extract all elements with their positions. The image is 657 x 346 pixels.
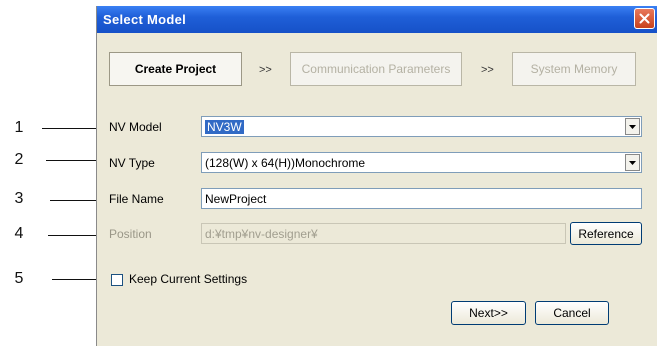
file-name-input[interactable]: NewProject: [201, 188, 642, 209]
title-bar[interactable]: Select Model: [97, 6, 657, 33]
position-label: Position: [109, 227, 152, 241]
callout-3: 3: [14, 190, 24, 207]
nv-model-dropdown-button[interactable]: [625, 118, 640, 135]
nv-model-value: NV3W: [205, 119, 244, 134]
callout-1: 1: [14, 119, 24, 136]
select-model-dialog: Select Model Create Project >> Communica…: [96, 6, 657, 346]
cancel-button[interactable]: Cancel: [535, 301, 609, 325]
keep-current-settings-checkbox[interactable]: [111, 274, 123, 286]
step-separator-2: >>: [481, 64, 494, 76]
chevron-down-icon: [629, 160, 636, 165]
reference-button[interactable]: Reference: [570, 222, 642, 245]
step-communication-parameters: Communication Parameters: [290, 52, 462, 86]
next-button[interactable]: Next>>: [451, 301, 526, 325]
chevron-down-icon: [629, 124, 636, 129]
step-create-project: Create Project: [109, 52, 242, 86]
step-separator-1: >>: [259, 64, 272, 76]
nv-model-select[interactable]: NV3W: [201, 116, 642, 137]
callout-2: 2: [14, 151, 24, 168]
position-input: d:¥tmp¥nv-designer¥: [201, 223, 566, 244]
nv-model-label: NV Model: [109, 120, 162, 134]
file-name-value: NewProject: [205, 191, 267, 206]
dialog-title: Select Model: [103, 12, 187, 27]
nv-type-value: (128(W) x 64(H))Monochrome: [205, 155, 366, 170]
callout-4: 4: [14, 225, 24, 242]
step-system-memory: System Memory: [512, 52, 636, 86]
nv-type-label: NV Type: [109, 156, 155, 170]
callout-5: 5: [14, 270, 24, 287]
close-icon: [639, 13, 650, 24]
nv-type-dropdown-button[interactable]: [625, 154, 640, 171]
nv-type-select[interactable]: (128(W) x 64(H))Monochrome: [201, 152, 642, 173]
file-name-label: File Name: [109, 192, 164, 206]
position-value: d:¥tmp¥nv-designer¥: [205, 226, 318, 241]
close-button[interactable]: [634, 8, 655, 29]
keep-current-settings-label[interactable]: Keep Current Settings: [129, 272, 247, 286]
